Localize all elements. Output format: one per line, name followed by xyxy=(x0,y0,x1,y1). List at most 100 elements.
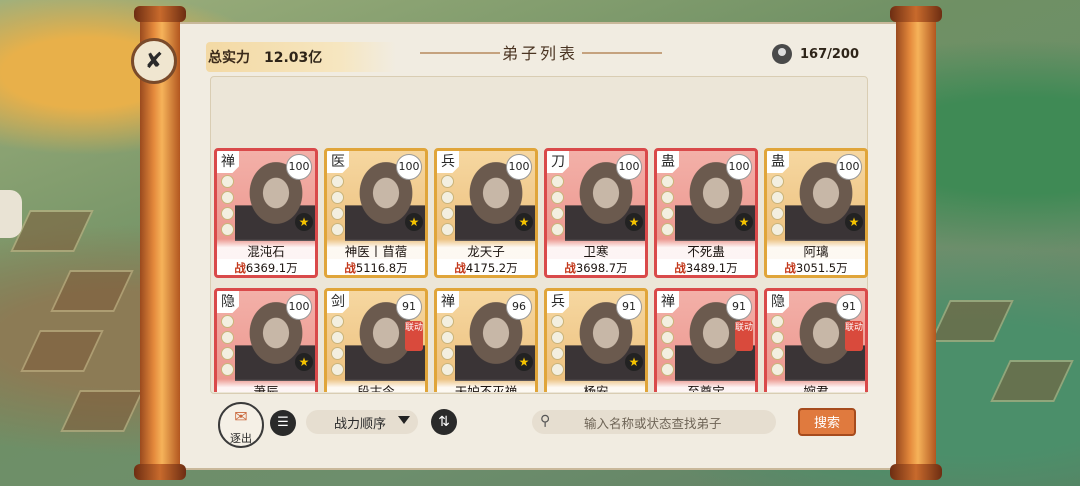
talent-orbs xyxy=(441,315,454,376)
disciple-name: 阿璃 xyxy=(767,239,865,260)
power-prefix: 战 xyxy=(454,261,466,275)
talent-orbs xyxy=(221,315,234,376)
power-value: 3489.1万 xyxy=(685,261,738,275)
star-icon: ★ xyxy=(515,353,533,371)
power-value: 6369.1万 xyxy=(245,261,298,275)
disciple-card[interactable]: 禅 96 ★ 天妒不灭禅 xyxy=(434,288,538,392)
disciple-name: 龙天子 xyxy=(437,239,535,260)
list-icon[interactable]: ☰ xyxy=(270,410,296,436)
talent-orbs xyxy=(771,315,784,376)
disciple-card[interactable]: 医 100 ★ 神医丨苜蓿 战5116.8万 xyxy=(324,148,428,278)
disciple-name: 至尊宝 xyxy=(657,379,755,392)
talent-orbs xyxy=(441,175,454,236)
power-value: 3698.7万 xyxy=(575,261,628,275)
disciple-card[interactable]: 剑 91 联动 段古今 xyxy=(324,288,428,392)
disciple-grid: 禅 100 ★ 混沌石 战6369.1万 医 100 ★ 神医丨苜蓿 战5116… xyxy=(214,148,874,392)
disciple-card[interactable]: 隐 100 ★ 萧辰 xyxy=(214,288,318,392)
disciple-card[interactable]: 兵 100 ★ 龙天子 战4175.2万 xyxy=(434,148,538,278)
side-avatar[interactable] xyxy=(0,190,22,238)
level-badge: 100 xyxy=(286,294,312,320)
disciple-name: 天妒不灭禅 xyxy=(437,379,535,392)
talent-orbs xyxy=(771,175,784,236)
scroll-rod-right xyxy=(890,6,942,480)
disciple-card[interactable]: 隐 91 联动 婉君 xyxy=(764,288,868,392)
power-prefix: 战 xyxy=(234,261,246,275)
power-prefix: 战 xyxy=(344,261,356,275)
sort-dropdown[interactable]: 战力顺序 xyxy=(306,410,418,434)
disciple-card[interactable]: 兵 91 ★ 杨安 xyxy=(544,288,648,392)
exile-icon: ✉ xyxy=(234,407,248,426)
total-power-label: 总实力 xyxy=(208,50,250,66)
star-icon: ★ xyxy=(405,213,423,231)
search-icon: ⚲ xyxy=(540,413,551,429)
dropdown-arrow-icon xyxy=(398,416,410,424)
level-badge: 91 xyxy=(726,294,752,320)
collab-badge: 联动 xyxy=(845,321,863,351)
talent-orbs xyxy=(331,175,344,236)
level-badge: 100 xyxy=(396,154,422,180)
level-badge: 100 xyxy=(836,154,862,180)
talent-orbs xyxy=(221,175,234,236)
exile-button[interactable]: ✉ 逐出 xyxy=(218,402,264,448)
title-divider-right xyxy=(582,52,662,54)
capacity-value: 167/200 xyxy=(800,46,860,62)
talent-orbs xyxy=(551,175,564,236)
level-badge: 100 xyxy=(726,154,752,180)
collab-badge: 联动 xyxy=(405,321,423,351)
star-icon: ★ xyxy=(845,213,863,231)
disciple-power: 战5116.8万 xyxy=(327,259,425,275)
disciple-card[interactable]: 禅 91 联动 至尊宝 xyxy=(654,288,758,392)
disciple-card[interactable]: 蛊 100 ★ 阿璃 战3051.5万 xyxy=(764,148,868,278)
power-value: 5116.8万 xyxy=(355,261,408,275)
disciple-power: 战4175.2万 xyxy=(437,259,535,275)
disciple-card[interactable]: 蛊 100 ★ 不死蛊 战3489.1万 xyxy=(654,148,758,278)
disciple-name: 婉君 xyxy=(767,379,865,392)
power-value: 4175.2万 xyxy=(465,261,518,275)
search-field[interactable]: ⚲ xyxy=(532,410,776,434)
disciple-power: 战3698.7万 xyxy=(547,259,645,275)
disciple-name: 段古今 xyxy=(327,379,425,392)
power-value: 3051.5万 xyxy=(795,261,848,275)
level-badge: 91 xyxy=(616,294,642,320)
star-icon: ★ xyxy=(735,213,753,231)
talent-orbs xyxy=(661,315,674,376)
collab-badge: 联动 xyxy=(735,321,753,351)
talent-orbs xyxy=(331,315,344,376)
sword-icon[interactable]: ✘ xyxy=(131,38,177,84)
level-badge: 96 xyxy=(506,294,532,320)
disciple-power: 战3051.5万 xyxy=(767,259,865,275)
disciple-power: 战3489.1万 xyxy=(657,259,755,275)
power-prefix: 战 xyxy=(564,261,576,275)
star-icon: ★ xyxy=(295,353,313,371)
total-power-value: 12.03亿 xyxy=(264,50,323,66)
talent-orbs xyxy=(661,175,674,236)
star-icon: ★ xyxy=(625,353,643,371)
capacity-icon xyxy=(772,44,792,64)
disciple-power: 战6369.1万 xyxy=(217,259,315,275)
disciple-name: 神医丨苜蓿 xyxy=(327,239,425,260)
disciple-name: 萧辰 xyxy=(217,379,315,392)
level-badge: 91 xyxy=(396,294,422,320)
star-icon: ★ xyxy=(625,213,643,231)
disciple-name: 杨安 xyxy=(547,379,645,392)
disciple-name: 卫寒 xyxy=(547,239,645,260)
disciple-card[interactable]: 刀 100 ★ 卫寒 战3698.7万 xyxy=(544,148,648,278)
total-power: 总实力 12.03亿 xyxy=(208,40,322,74)
power-prefix: 战 xyxy=(674,261,686,275)
exile-label: 逐出 xyxy=(230,432,252,445)
search-input[interactable] xyxy=(582,412,766,434)
sort-label: 战力顺序 xyxy=(334,416,387,432)
level-badge: 100 xyxy=(616,154,642,180)
disciple-name: 混沌石 xyxy=(217,239,315,260)
level-badge: 100 xyxy=(506,154,532,180)
disciple-capacity: 167/200 xyxy=(772,44,859,64)
star-icon: ★ xyxy=(515,213,533,231)
sect-badge: 禅 xyxy=(217,151,239,173)
power-prefix: 战 xyxy=(784,261,796,275)
search-button[interactable]: 搜索 xyxy=(798,408,856,436)
level-badge: 100 xyxy=(286,154,312,180)
disciple-card[interactable]: 禅 100 ★ 混沌石 战6369.1万 xyxy=(214,148,318,278)
swap-icon[interactable]: ⇅ xyxy=(431,409,457,435)
level-badge: 91 xyxy=(836,294,862,320)
star-icon: ★ xyxy=(295,213,313,231)
